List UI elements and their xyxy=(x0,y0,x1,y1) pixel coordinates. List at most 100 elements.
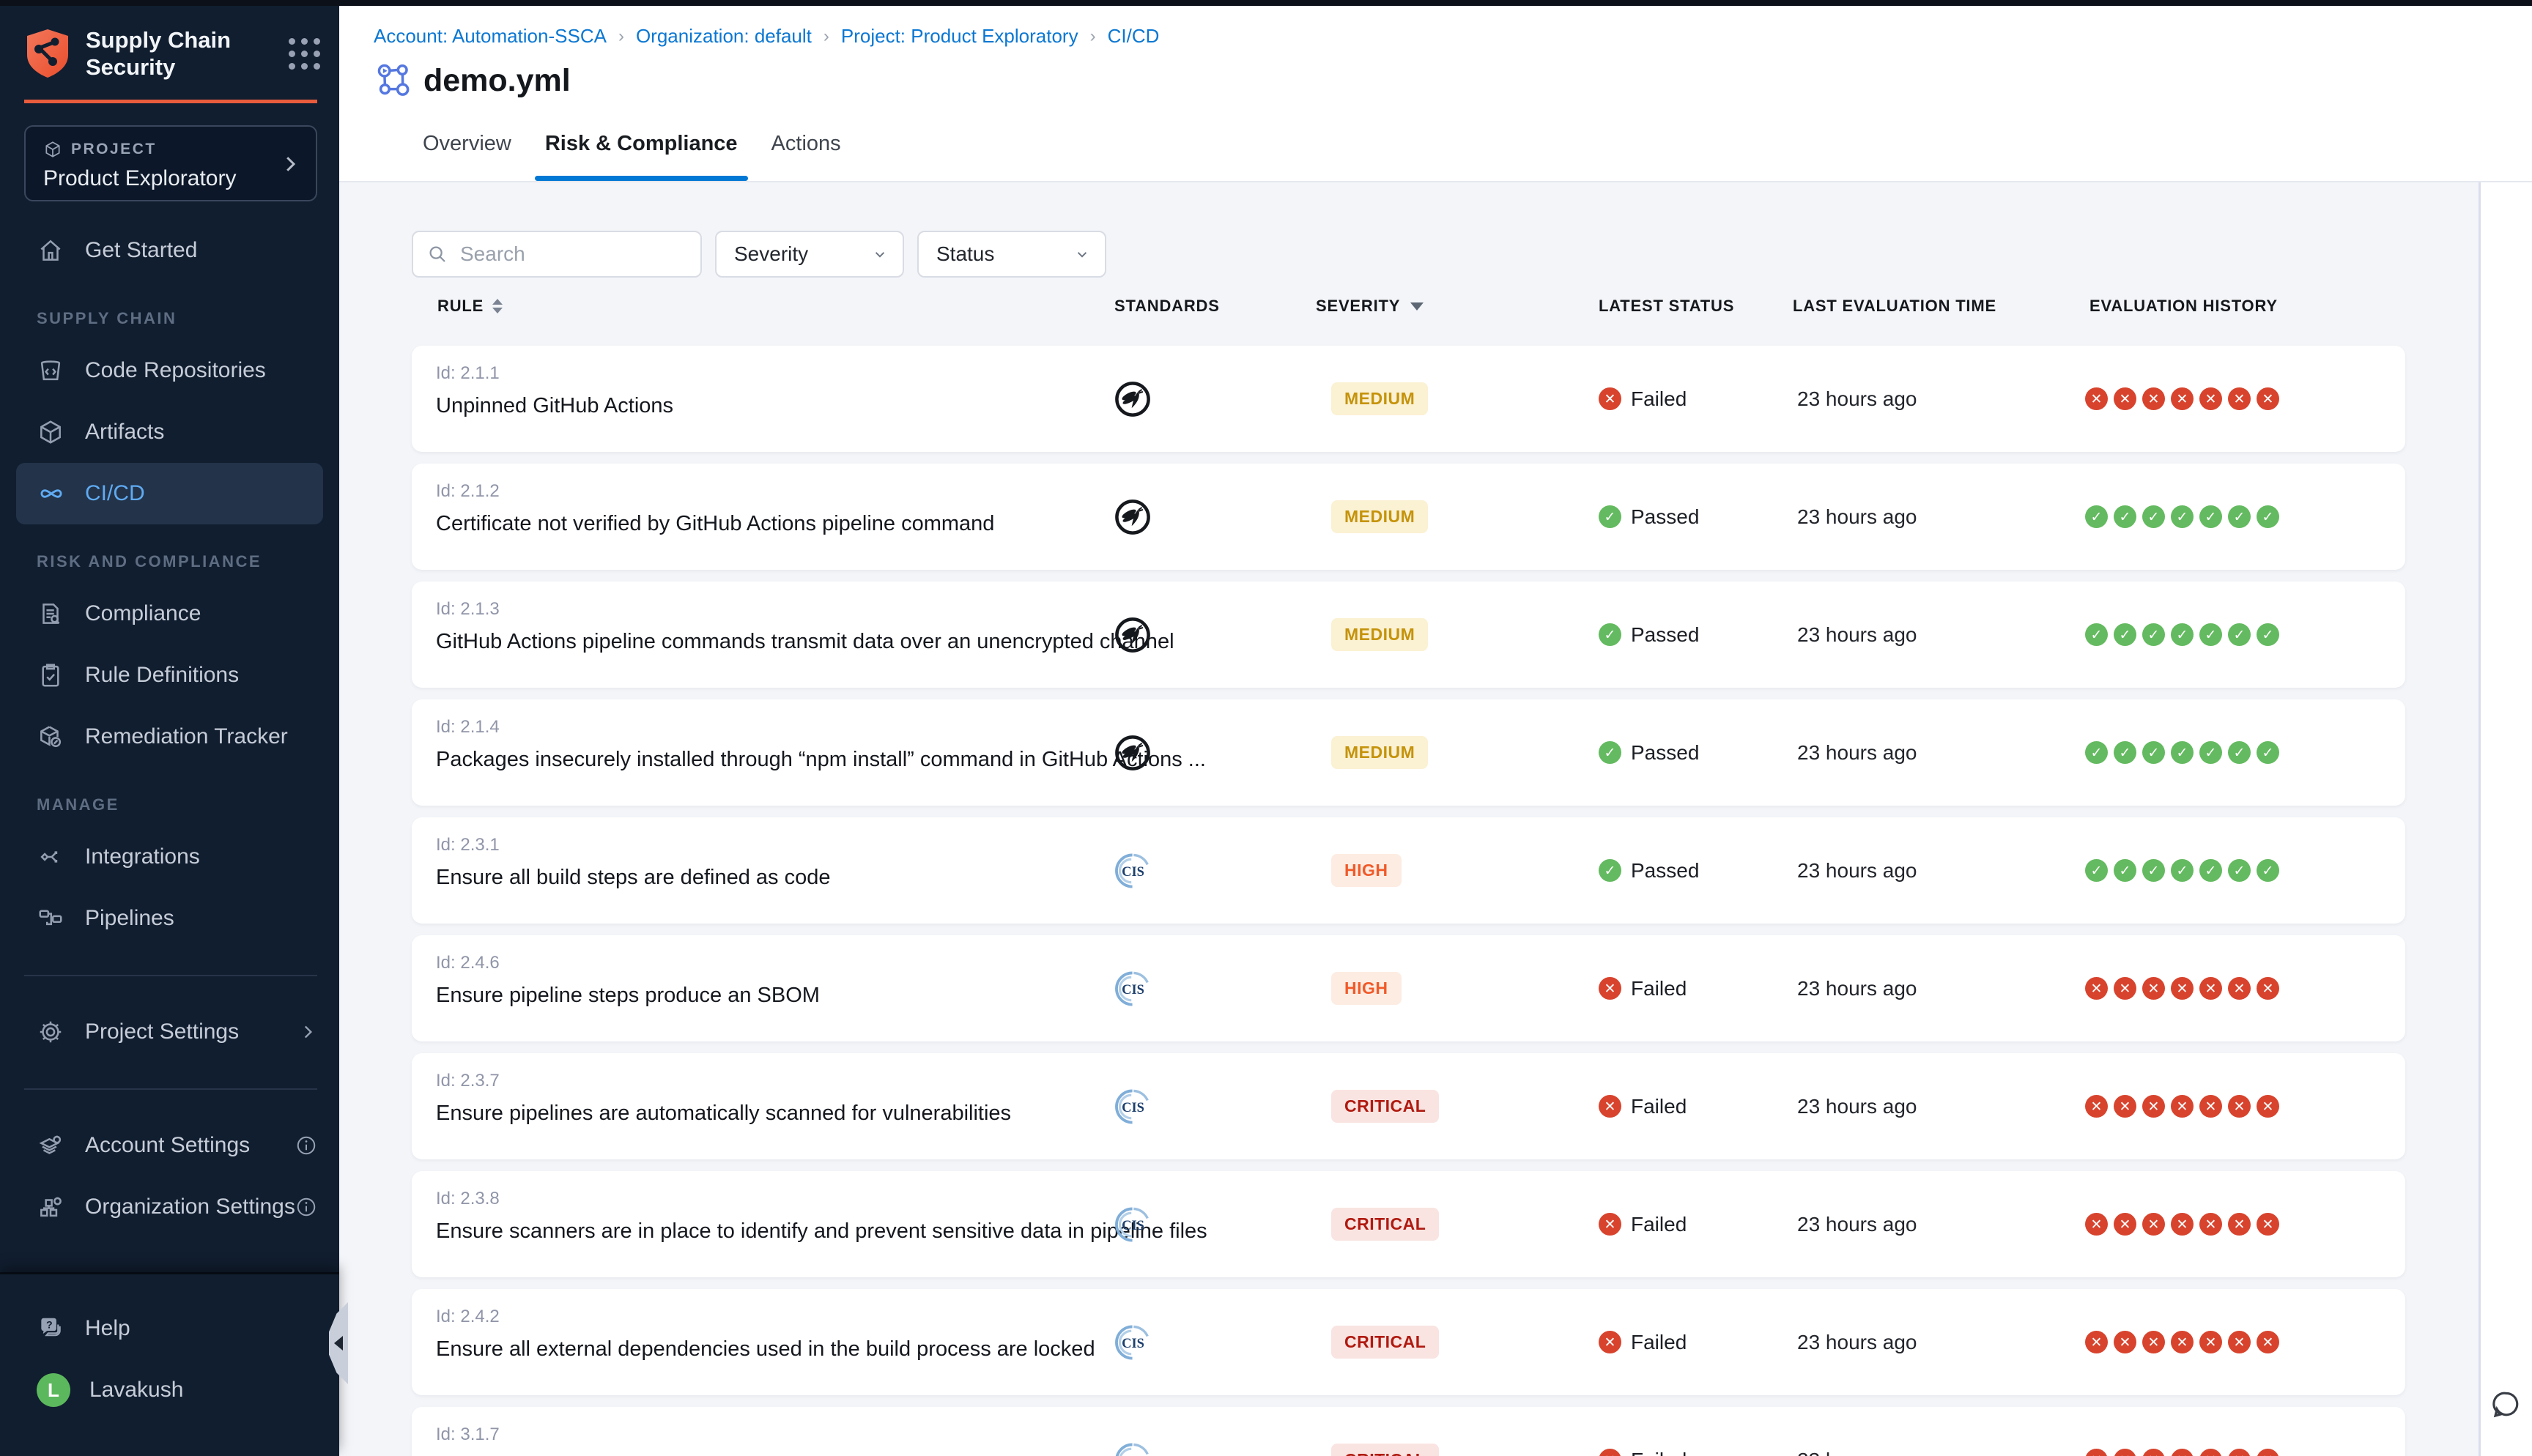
breadcrumb-organization-link[interactable]: Organization: default xyxy=(636,25,812,48)
history-passed-icon xyxy=(2199,505,2222,528)
status-filter-dropdown[interactable]: Status xyxy=(917,231,1106,278)
sidebar-item-code-repositories[interactable]: Code Repositories xyxy=(0,340,339,401)
svg-text:CIS: CIS xyxy=(1122,864,1144,879)
sort-toggle-icon[interactable] xyxy=(492,299,503,313)
status-label: Passed xyxy=(1631,505,1699,529)
cis-standard-icon: CIS xyxy=(1113,1087,1152,1126)
tabs: Overview Risk & Compliance Actions xyxy=(423,132,841,181)
table-row[interactable]: Id: 2.4.6 Ensure pipeline steps produce … xyxy=(412,935,2405,1041)
severity-badge: MEDIUM xyxy=(1331,618,1428,651)
remediation-tracker-icon xyxy=(37,723,64,751)
history-passed-icon xyxy=(2085,859,2108,882)
sidebar-item-remediation-tracker[interactable]: Remediation Tracker xyxy=(0,706,339,768)
table-row[interactable]: Id: 2.1.1 Unpinned GitHub Actions xyxy=(412,346,2405,452)
evaluation-history xyxy=(2085,817,2279,924)
tab-overview[interactable]: Overview xyxy=(423,132,511,181)
info-icon[interactable] xyxy=(295,1196,317,1218)
sidebar-item-get-started[interactable]: Get Started xyxy=(0,220,339,281)
sidebar-item-project-settings[interactable]: Project Settings xyxy=(0,1001,339,1063)
history-failed-icon xyxy=(2114,1331,2136,1353)
module-grid-icon[interactable] xyxy=(289,38,320,70)
history-failed-icon xyxy=(2114,977,2136,1000)
sidebar-item-compliance[interactable]: Compliance xyxy=(0,583,339,645)
rule-id: Id: 2.1.4 xyxy=(436,717,1206,738)
evaluation-history xyxy=(2085,582,2279,688)
severity-cell: MEDIUM xyxy=(1331,582,1428,688)
collapse-arrow-icon xyxy=(334,1336,343,1351)
status-label: Passed xyxy=(1631,623,1699,647)
table-row[interactable]: Id: 2.1.4 Packages insecurely installed … xyxy=(412,699,2405,806)
chat-support-icon[interactable] xyxy=(2490,1389,2522,1421)
severity-badge: CRITICAL xyxy=(1331,1326,1439,1359)
table-row[interactable]: Id: 2.3.1 Ensure all build steps are def… xyxy=(412,817,2405,924)
severity-cell: MEDIUM xyxy=(1331,346,1428,452)
table-row[interactable]: Id: 2.1.3 GitHub Actions pipeline comman… xyxy=(412,582,2405,688)
standards-cell: CIS xyxy=(1113,935,1152,1041)
history-failed-icon xyxy=(2171,1331,2194,1353)
sidebar-item-pipelines[interactable]: Pipelines xyxy=(0,888,339,949)
chevron-down-icon xyxy=(870,245,889,264)
rule-cell: Id: 2.3.7 Ensure pipelines are automatic… xyxy=(436,1071,1011,1126)
history-failed-icon xyxy=(2257,977,2279,1000)
sidebar-item-cicd[interactable]: CI/CD xyxy=(16,463,323,524)
status-icon xyxy=(1599,387,1621,410)
history-failed-icon xyxy=(2114,387,2136,410)
history-passed-icon xyxy=(2171,741,2194,764)
search-input[interactable] xyxy=(459,242,687,267)
tab-risk-and-compliance[interactable]: Risk & Compliance xyxy=(545,132,738,181)
section-label-risk-and-compliance: RISK AND COMPLIANCE xyxy=(0,524,339,583)
home-icon xyxy=(37,237,64,264)
user-menu[interactable]: L Lavakush xyxy=(0,1359,339,1421)
severity-badge: MEDIUM xyxy=(1331,500,1428,533)
sidebar-item-account-settings[interactable]: Account Settings xyxy=(0,1115,339,1176)
info-icon[interactable] xyxy=(295,1134,317,1156)
history-passed-icon xyxy=(2085,505,2108,528)
history-failed-icon xyxy=(2171,977,2194,1000)
rule-name: Ensure all build steps are defined as co… xyxy=(436,866,830,890)
sidebar-item-integrations[interactable]: Integrations xyxy=(0,826,339,888)
severity-badge: HIGH xyxy=(1331,854,1402,887)
severity-filter-dropdown[interactable]: Severity xyxy=(715,231,904,278)
status-icon xyxy=(1599,1095,1621,1118)
svg-text:?: ? xyxy=(46,1319,53,1331)
rule-id: Id: 3.1.7 xyxy=(436,1425,500,1445)
history-failed-icon xyxy=(2199,387,2222,410)
project-cube-icon xyxy=(43,140,62,159)
history-passed-icon xyxy=(2142,859,2165,882)
last-evaluation-time: 23 hours ago xyxy=(1797,582,1917,688)
table-row[interactable]: Id: 2.1.2 Certificate not verified by Gi… xyxy=(412,464,2405,570)
table-row[interactable]: Id: 2.3.8 Ensure scanners are in place t… xyxy=(412,1171,2405,1277)
breadcrumb-project-link[interactable]: Project: Product Exploratory xyxy=(841,25,1078,48)
rule-id: Id: 2.1.2 xyxy=(436,481,994,502)
last-evaluation-time: 23 hours ago xyxy=(1797,1053,1917,1159)
sidebar-item-artifacts[interactable]: Artifacts xyxy=(0,401,339,463)
table-row[interactable]: Id: 3.1.7 xyxy=(412,1407,2405,1456)
brand-title: Supply Chain Security xyxy=(86,26,231,81)
help-button[interactable]: ? Help xyxy=(0,1298,339,1359)
history-failed-icon xyxy=(2085,1213,2108,1236)
last-evaluation-time: 23 hours ago xyxy=(1797,699,1917,806)
project-selector[interactable]: PROJECT Product Exploratory xyxy=(24,125,317,201)
history-passed-icon xyxy=(2228,859,2251,882)
breadcrumb-account-link[interactable]: Account: Automation-SSCA xyxy=(374,25,607,48)
history-failed-icon xyxy=(2142,1095,2165,1118)
column-header-rule: RULE xyxy=(437,297,503,316)
breadcrumb-cicd-link[interactable]: CI/CD xyxy=(1108,25,1160,48)
status-cell: Passed xyxy=(1599,464,1699,570)
history-failed-icon xyxy=(2257,1449,2279,1456)
breadcrumb-separator: › xyxy=(1090,26,1096,47)
sidebar-item-rule-definitions[interactable]: Rule Definitions xyxy=(0,645,339,706)
history-passed-icon xyxy=(2142,623,2165,646)
column-header-severity[interactable]: SEVERITY xyxy=(1316,297,1424,316)
severity-cell: HIGH xyxy=(1331,935,1402,1041)
sidebar-item-organization-settings[interactable]: Organization Settings xyxy=(0,1176,339,1238)
table-row[interactable]: Id: 2.4.2 Ensure all external dependenci… xyxy=(412,1289,2405,1395)
tab-actions[interactable]: Actions xyxy=(771,132,841,181)
history-failed-icon xyxy=(2114,1213,2136,1236)
rule-id: Id: 2.4.6 xyxy=(436,953,820,973)
history-failed-icon xyxy=(2228,387,2251,410)
last-evaluation-time: 23 hours ago xyxy=(1797,346,1917,452)
rule-id: Id: 2.1.1 xyxy=(436,363,673,384)
app-screen: Supply Chain Security PROJECT Product Ex… xyxy=(0,0,2532,1456)
table-row[interactable]: Id: 2.3.7 Ensure pipelines are automatic… xyxy=(412,1053,2405,1159)
